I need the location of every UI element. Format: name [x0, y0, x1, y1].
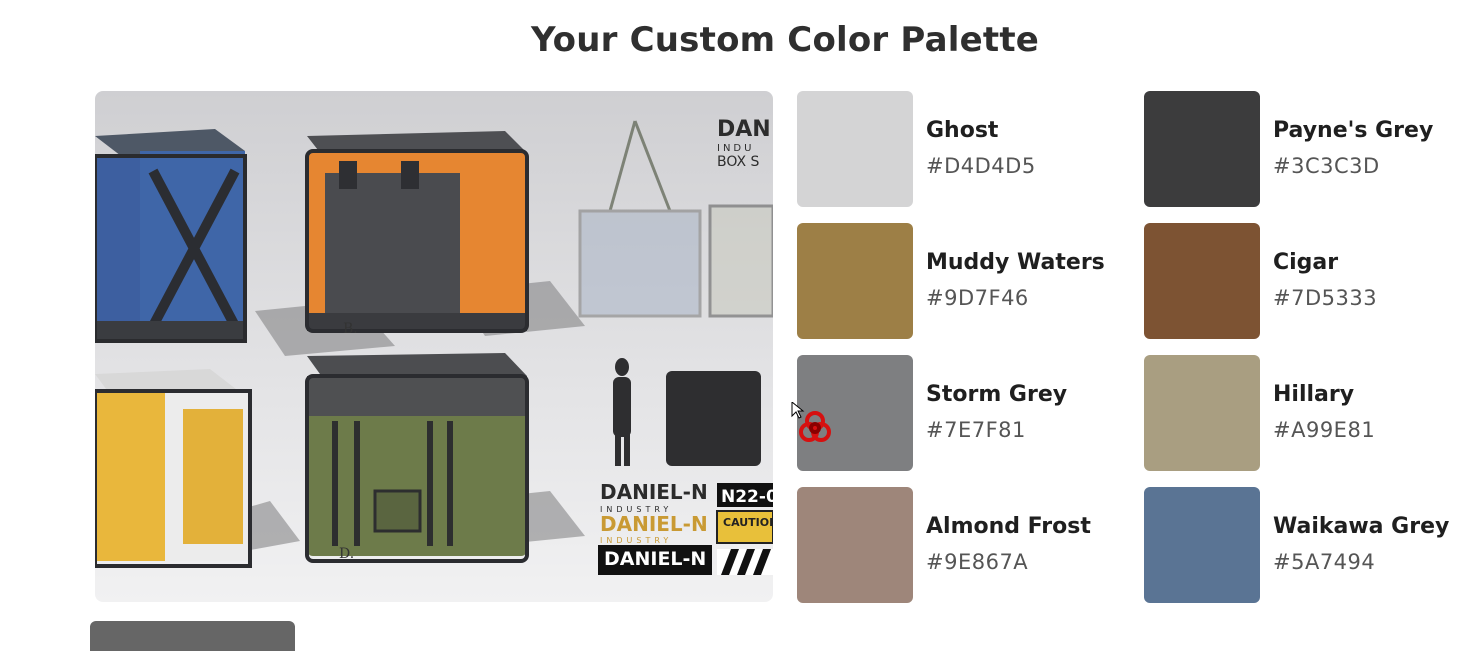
swatch-ghost[interactable] [797, 91, 913, 207]
color-name-hillary: Hillary [1273, 382, 1355, 407]
color-hex-cigar: #7D5333 [1273, 286, 1378, 310]
concept-art-image: B. D. DAN INDU BOX S DANIEL-N INDUSTRY N… [95, 91, 773, 602]
green-crate-illustration [305, 353, 529, 563]
crate-tag: N22-0 [721, 487, 773, 507]
hazard-stripes [717, 549, 773, 575]
color-name-muddy-waters: Muddy Waters [926, 250, 1105, 275]
color-hex-hillary: #A99E81 [1273, 418, 1376, 442]
crate-label-b: B. [343, 321, 358, 337]
logo-gold: DANIEL-N [600, 512, 708, 536]
swatch-muddy-waters[interactable] [797, 223, 913, 339]
color-hex-storm-grey: #7E7F81 [926, 418, 1026, 442]
blue-crate-illustration [95, 129, 247, 343]
color-hex-waikawa-grey: #5A7494 [1273, 550, 1376, 574]
orange-crate-illustration [305, 131, 529, 333]
caution-label: CAUTION [723, 516, 773, 529]
header-text-indu: INDU [717, 143, 754, 154]
swatch-waikawa-grey[interactable] [1144, 487, 1260, 603]
color-name-cigar: Cigar [1273, 250, 1339, 275]
crate-label-d: D. [339, 546, 354, 562]
color-name-paynes-grey: Payne's Grey [1273, 118, 1434, 143]
logo-inverse: DANIEL-N [604, 548, 706, 570]
biohazard-cursor-icon [791, 402, 831, 442]
color-hex-paynes-grey: #3C3C3D [1273, 154, 1380, 178]
page-title: Your Custom Color Palette [530, 20, 1040, 60]
color-hex-almond-frost: #9E867A [926, 550, 1029, 574]
swatch-paynes-grey[interactable] [1144, 91, 1260, 207]
color-name-storm-grey: Storm Grey [926, 382, 1068, 407]
color-hex-muddy-waters: #9D7F46 [926, 286, 1029, 310]
swatch-hillary[interactable] [1144, 355, 1260, 471]
header-text-dan: DAN [717, 117, 771, 142]
color-hex-ghost: #D4D4D5 [926, 154, 1036, 178]
color-name-waikawa-grey: Waikawa Grey [1273, 514, 1450, 539]
header-text-box: BOX S [717, 154, 760, 170]
swatch-almond-frost[interactable] [797, 487, 913, 603]
color-name-almond-frost: Almond Frost [926, 514, 1091, 539]
bottom-action-button[interactable] [90, 621, 295, 651]
color-name-ghost: Ghost [926, 118, 999, 143]
yellow-crate-illustration [95, 369, 252, 568]
human-silhouette [613, 377, 631, 437]
swatch-cigar[interactable] [1144, 223, 1260, 339]
logo-dark: DANIEL-N [600, 480, 708, 504]
logo-gold-sub: INDUSTRY [600, 536, 672, 545]
scale-square [666, 371, 761, 466]
